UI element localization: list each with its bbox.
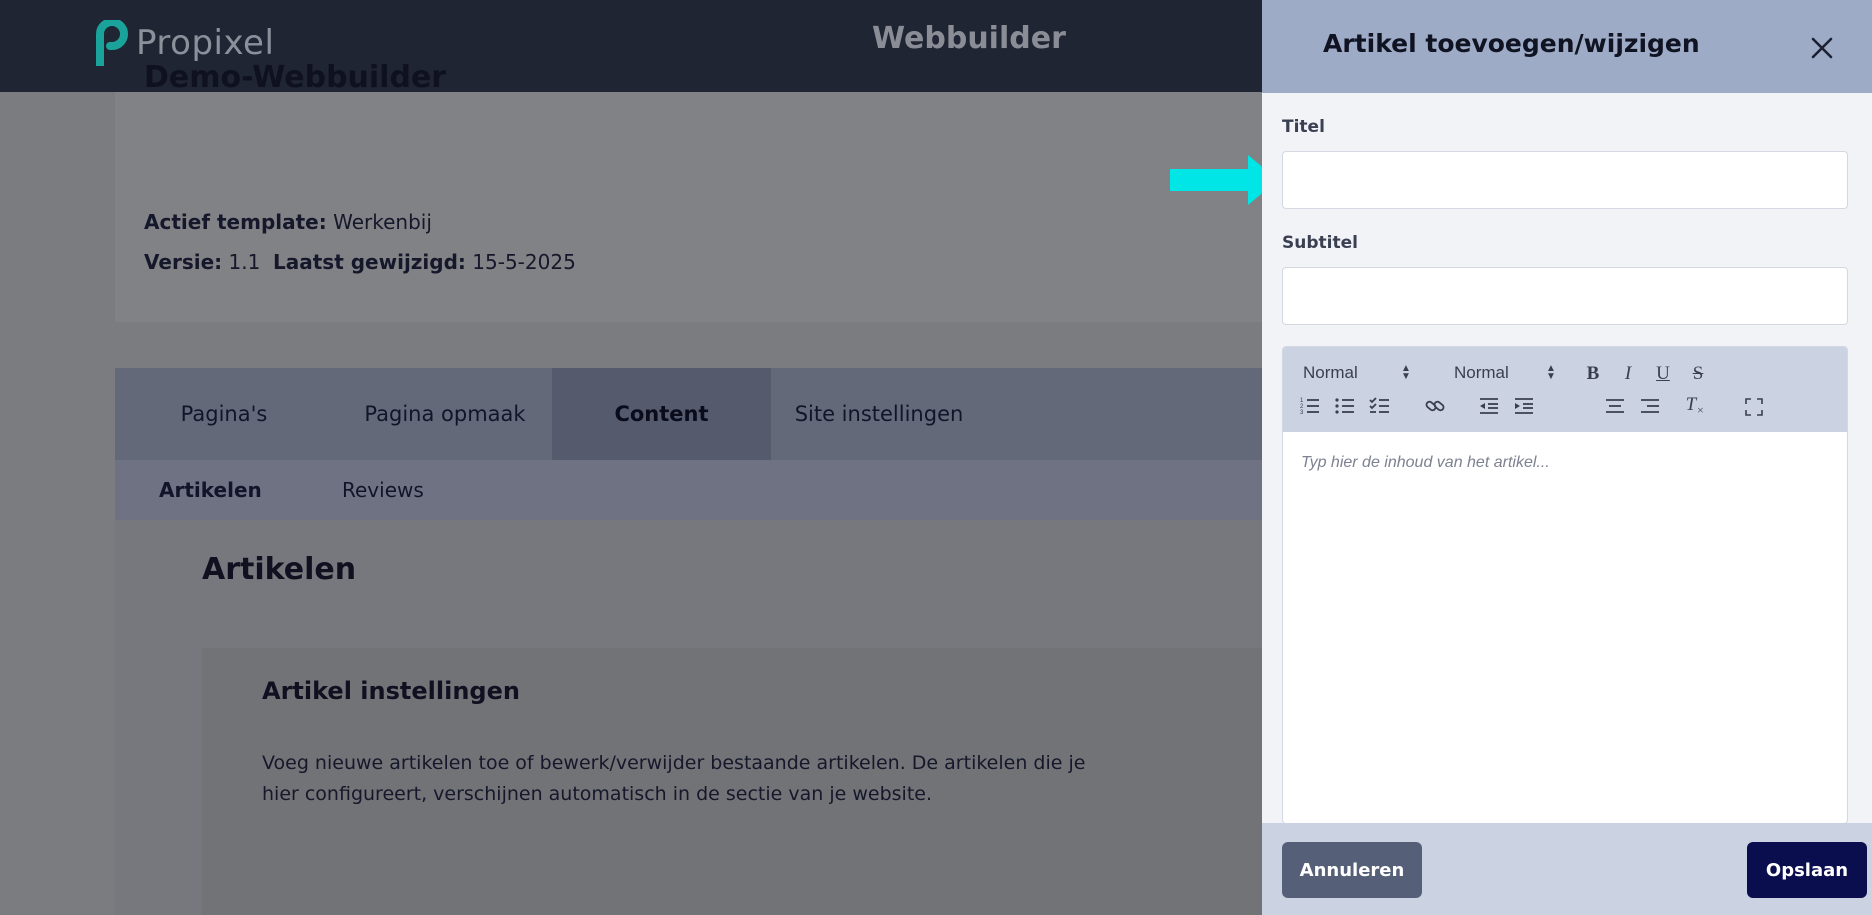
version-meta: Versie: 1.1 <box>144 250 260 274</box>
clear-formatting-icon[interactable]: T × <box>1683 393 1707 417</box>
project-name: Demo-Webbuilder <box>144 60 447 95</box>
rich-text-editor: Normal ▲ ▼ Normal ▲ ▼ B I U S 123 T × Ty… <box>1282 346 1848 824</box>
editor-content-area[interactable]: Typ hier de inhoud van het artikel... <box>1283 432 1847 823</box>
clear-formatting-glyph: T <box>1685 394 1697 415</box>
template-value: Werkenbij <box>333 210 432 234</box>
subtitle-field-label: Subtitel <box>1282 233 1358 253</box>
fullscreen-icon[interactable] <box>1742 395 1766 419</box>
underline-icon[interactable]: U <box>1651 362 1675 386</box>
subtitle-input[interactable] <box>1282 267 1848 325</box>
svg-text:3: 3 <box>1300 410 1304 416</box>
align-center-icon[interactable] <box>1603 394 1627 418</box>
align-right-icon[interactable] <box>1638 394 1662 418</box>
settings-title: Artikel instellingen <box>262 677 520 705</box>
cancel-button[interactable]: Annuleren <box>1282 842 1422 898</box>
panel-title: Artikel toevoegen/wijzigen <box>1323 29 1700 58</box>
title-field-label: Titel <box>1282 117 1325 137</box>
format-select-value: Normal <box>1303 363 1358 382</box>
modified-meta: Laatst gewijzigd: 15-5-2025 <box>273 250 576 274</box>
version-label: Versie: <box>144 250 223 274</box>
section-title: Artikelen <box>202 552 357 587</box>
main-tabs: Pagina's Pagina opmaak Content Site inst… <box>115 368 1262 460</box>
title-input[interactable] <box>1282 151 1848 209</box>
select-caret-icon: ▲ ▼ <box>1401 363 1411 382</box>
tab-site-instellingen[interactable]: Site instellingen <box>771 368 987 460</box>
save-button[interactable]: Opslaan <box>1747 842 1867 898</box>
outdent-icon[interactable] <box>1477 394 1501 418</box>
indent-icon[interactable] <box>1512 394 1536 418</box>
tab-paginas[interactable]: Pagina's <box>115 368 333 460</box>
clear-x-mark: × <box>1696 402 1705 417</box>
editor-placeholder: Typ hier de inhoud van het artikel... <box>1301 454 1550 471</box>
app-title: Webbuilder <box>872 21 1066 56</box>
size-select-value: Normal <box>1454 363 1509 382</box>
format-select[interactable]: Normal ▲ ▼ <box>1303 363 1415 383</box>
modified-label: Laatst gewijzigd: <box>273 250 466 274</box>
bullet-list-icon[interactable] <box>1333 394 1357 418</box>
article-panel: Artikel toevoegen/wijzigen Titel Subtite… <box>1262 0 1872 915</box>
logo-text: Propixel <box>136 23 275 63</box>
subtab-artikelen[interactable]: Artikelen <box>159 460 262 520</box>
select-caret-icon: ▲ ▼ <box>1546 363 1556 382</box>
panel-header: Artikel toevoegen/wijzigen <box>1262 0 1872 93</box>
project-card <box>115 92 1262 322</box>
panel-footer: Annuleren Opslaan <box>1262 823 1872 915</box>
italic-icon[interactable]: I <box>1616 362 1640 386</box>
template-meta: Actief template: Werkenbij <box>144 210 432 234</box>
link-icon[interactable] <box>1423 394 1447 418</box>
subtab-reviews[interactable]: Reviews <box>342 460 424 520</box>
size-select[interactable]: Normal ▲ ▼ <box>1454 363 1564 383</box>
propixel-logo-icon <box>96 20 128 66</box>
check-list-icon[interactable] <box>1368 394 1392 418</box>
ordered-list-icon[interactable]: 123 <box>1298 394 1322 418</box>
settings-description: Voeg nieuwe artikelen toe of bewerk/verw… <box>262 752 1086 805</box>
tab-content[interactable]: Content <box>552 368 771 460</box>
sub-tabs: Artikelen Reviews <box>115 460 1262 520</box>
close-icon[interactable] <box>1802 28 1842 68</box>
strikethrough-icon[interactable]: S <box>1686 362 1710 386</box>
modified-value: 15-5-2025 <box>472 250 576 274</box>
bold-icon[interactable]: B <box>1581 362 1605 386</box>
tab-pagina-opmaak[interactable]: Pagina opmaak <box>333 368 557 460</box>
template-label: Actief template: <box>144 210 327 234</box>
version-value: 1.1 <box>228 250 261 274</box>
editor-toolbar: Normal ▲ ▼ Normal ▲ ▼ B I U S 123 T × <box>1283 347 1847 432</box>
